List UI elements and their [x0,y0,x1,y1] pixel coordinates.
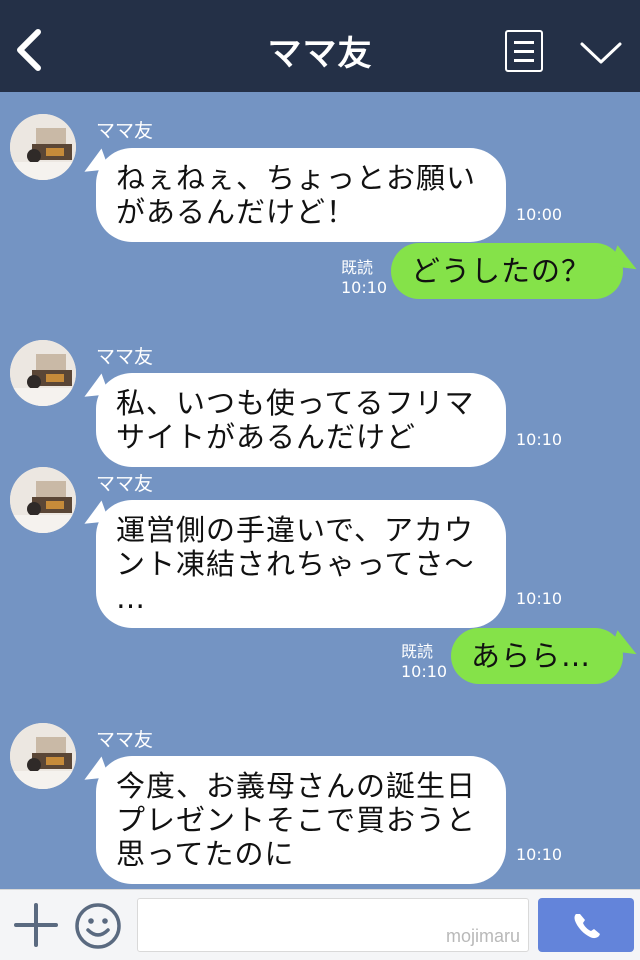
message-bubble[interactable]: ねぇねぇ、ちょっとお願い があるんだけど！ [96,148,506,242]
phone-icon [574,914,600,939]
menu-line-icon [514,41,534,44]
sender-name: ママ友 [96,346,154,368]
avatar[interactable] [10,114,76,180]
message-line: プレゼントそこで買おうと [116,803,477,837]
read-label: 既読 [401,642,434,661]
message-time: 10:10 [516,589,563,608]
sender-name: ママ友 [96,473,154,495]
avatar-photo-icon [10,723,76,789]
message-time: 10:10 [516,430,563,449]
menu-line-icon [514,50,534,53]
menu-line-icon [514,59,534,62]
message-line: ねぇねぇ、ちょっとお願い [116,161,477,195]
message-text: あらら… [471,639,592,673]
message-list[interactable]: ママ友 ねぇねぇ、ちょっとお願い があるんだけど！ 10:00 既読 10:10… [0,92,640,889]
my-message-bubble[interactable]: どうしたの？ [391,243,623,299]
chat-header: ママ友 [0,0,640,92]
message-line: 思ってたのに [116,837,295,871]
message-bubble[interactable]: 運営側の手違いで、アカウ ント凍結されちゃってさ〜 … [96,500,506,628]
message-bubble[interactable]: 私、いつも使ってるフリマ サイトがあるんだけど [96,373,506,467]
plus-icon [14,903,58,947]
message-line: 今度、お義母さんの誕生日 [116,769,477,803]
avatar[interactable] [10,467,76,533]
message-text: どうしたの？ [411,254,592,288]
avatar-photo-icon [10,467,76,533]
sender-name: ママ友 [96,729,154,751]
chat-title: ママ友 [267,34,373,74]
emoji-button[interactable] [74,902,122,950]
message-line: … [116,581,146,615]
add-button[interactable] [14,903,58,947]
message-line: サイトがあるんだけど [116,420,417,454]
message-line: ント凍結されちゃってさ〜 [116,547,475,581]
avatar[interactable] [10,340,76,406]
input-bar: mojimaru [0,889,640,960]
avatar-photo-icon [10,114,76,180]
watermark-text: mojimaru [445,926,520,946]
collapse-button[interactable] [578,36,624,68]
message-time: 10:10 [341,278,388,297]
message-input[interactable]: mojimaru [137,898,529,952]
read-receipt: 既読 10:10 [401,642,447,682]
message-line: があるんだけど！ [116,195,357,229]
chevron-down-icon [580,42,622,64]
sender-name: ママ友 [96,120,154,142]
message-time: 10:10 [401,662,448,681]
avatar[interactable] [10,723,76,789]
smiley-icon [75,903,121,949]
read-receipt: 既読 10:10 [341,258,387,298]
call-button[interactable] [538,898,634,952]
message-bubble[interactable]: 今度、お義母さんの誕生日 プレゼントそこで買おうと 思ってたのに [96,756,506,884]
read-label: 既読 [341,258,374,277]
message-time: 10:10 [516,845,563,864]
message-line: 運営側の手違いで、アカウ [116,513,474,547]
message-time: 10:00 [516,205,563,224]
message-line: 私、いつも使ってるフリマ [116,386,475,420]
my-message-bubble[interactable]: あらら… [451,628,623,684]
avatar-photo-icon [10,340,76,406]
note-menu-button[interactable] [505,30,543,72]
